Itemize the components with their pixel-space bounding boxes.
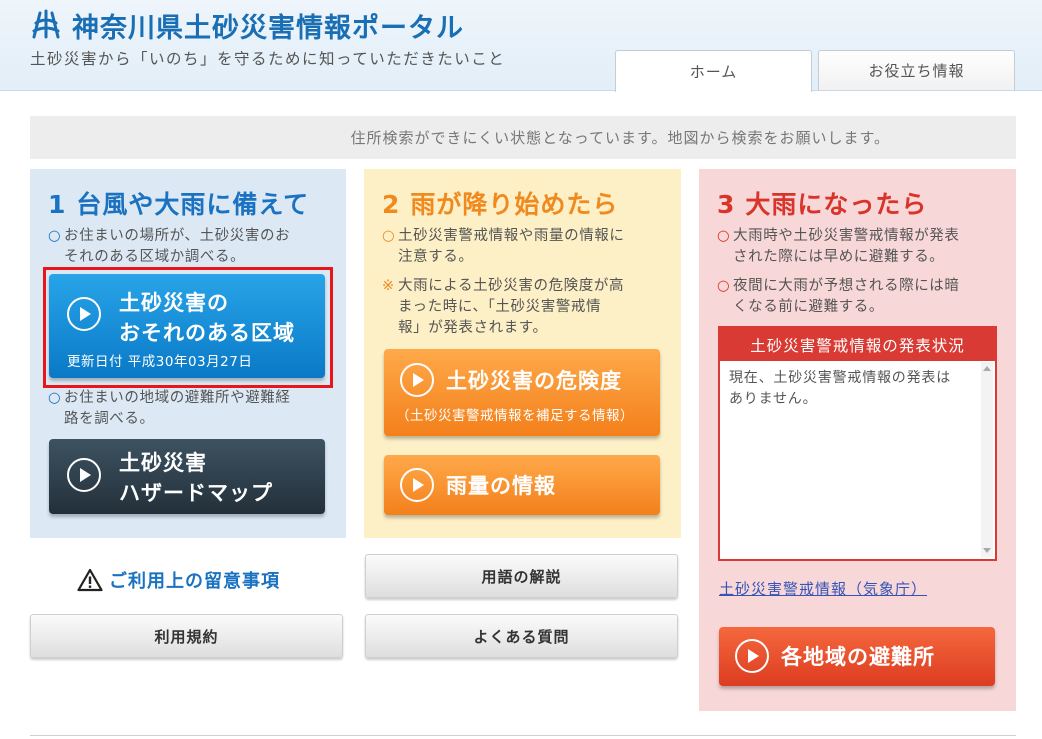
panel-rain-start-title: 2 雨が降り始めたら — [382, 190, 619, 219]
play-icon — [400, 468, 434, 502]
evacuation-shelters-button[interactable]: 各地域の避難所 — [719, 627, 995, 686]
tab-useful-info[interactable]: お役立ち情報 — [818, 50, 1015, 90]
rainfall-info-button[interactable]: 雨量の情報 — [384, 455, 660, 515]
hazard-map-button[interactable]: 土砂災害 ハザードマップ — [49, 439, 325, 514]
panel-heavy-rain-bullet-2: ○ 夜間に大雨が予想される際には暗 くなる前に避難する。 — [717, 278, 960, 315]
glossary-button[interactable]: 用語の解説 — [365, 554, 678, 598]
tab-home[interactable]: ホーム — [615, 50, 812, 92]
scroll-down-icon[interactable] — [983, 548, 991, 553]
panel-prepare-title: 1 台風や大雨に備えて — [48, 190, 310, 219]
status-scrollbar[interactable] — [981, 362, 993, 557]
play-icon — [67, 458, 101, 492]
panel-rain-start-bullet-1: ○ 土砂災害警戒情報や雨量の情報に 注意する。 — [382, 228, 625, 265]
jma-warning-link[interactable]: 土砂災害警戒情報（気象庁） — [719, 578, 927, 599]
site-title[interactable]: 神奈川県土砂災害情報ポータル — [72, 6, 464, 45]
site-subtitle: 土砂災害から「いのち」を守るために知っていただきたいこと — [30, 50, 506, 68]
highlight-frame — [43, 267, 333, 388]
footer-divider — [30, 735, 1016, 736]
usage-caution-link[interactable]: ご利用上の留意事項 — [77, 567, 280, 593]
terms-of-use-button[interactable]: 利用規約 — [30, 614, 343, 658]
notice-bar: 住所検索ができにくい状態となっています。地図から検索をお願いします。 — [30, 116, 1016, 159]
play-icon — [400, 363, 434, 397]
kanagawa-emblem-icon — [32, 9, 60, 39]
warning-status-title: 土砂災害警戒情報の発表状況 — [720, 328, 995, 361]
site-header: 神奈川県土砂災害情報ポータル 土砂災害から「いのち」を守るために知っていただきた… — [0, 0, 1042, 92]
panel-prepare-bullet-1: ○ お住まいの場所が、土砂災害のお それのある区域か調べる。 — [48, 228, 291, 265]
sediment-danger-level-button[interactable]: 土砂災害の危険度 （土砂災害警戒情報を補足する情報） — [384, 349, 660, 436]
panel-prepare-bullet-2: ○ お住まいの地域の避難所や避難経 路を調べる。 — [48, 390, 291, 427]
play-icon — [735, 639, 769, 673]
faq-button[interactable]: よくある質問 — [365, 614, 678, 658]
scroll-up-icon[interactable] — [983, 366, 991, 371]
warning-status-box: 土砂災害警戒情報の発表状況 現在、土砂災害警戒情報の発表は ありません。 — [718, 326, 997, 561]
panel-heavy-rain-title: 3 大雨になったら — [717, 190, 928, 219]
warning-status-text: 現在、土砂災害警戒情報の発表は ありません。 — [729, 370, 951, 407]
warning-icon — [77, 568, 103, 592]
panel-rain-start-note: ※ 大雨による土砂災害の危険度が高 まった時に、「土砂災害警戒情 報」が発表されま… — [382, 278, 625, 336]
panel-heavy-rain-bullet-1: ○ 大雨時や土砂災害警戒情報が発表 された際には早めに避難する。 — [717, 228, 960, 265]
